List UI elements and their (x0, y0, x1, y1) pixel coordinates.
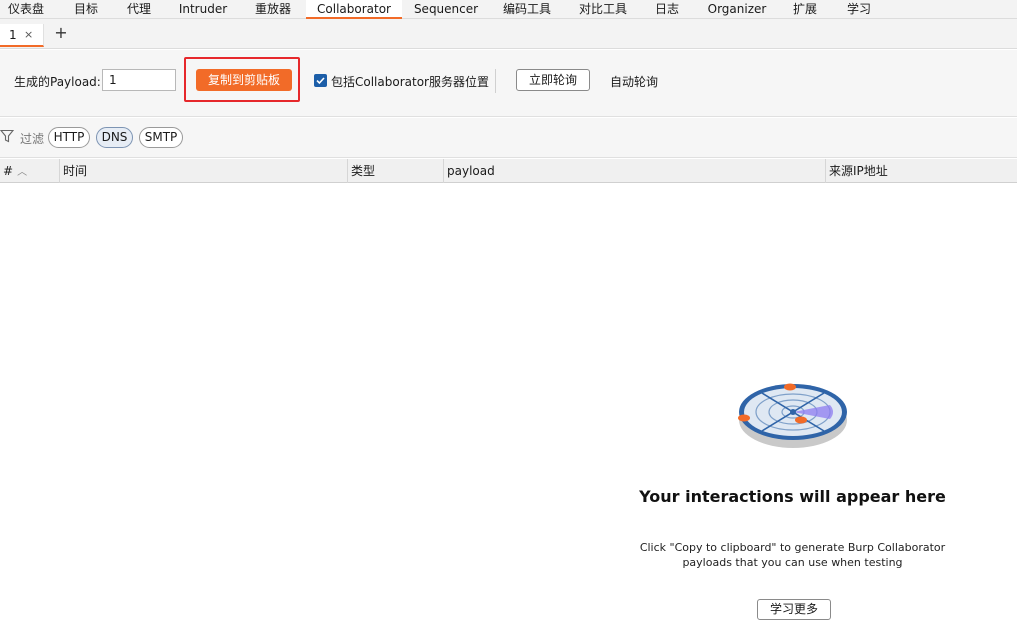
tab-collaborator[interactable]: Collaborator (306, 0, 402, 19)
learn-more-button[interactable]: 学习更多 (757, 599, 831, 620)
payload-count-input[interactable] (102, 69, 176, 91)
sort-ascending-icon: ︿ (17, 167, 28, 178)
column-header-type[interactable]: 类型 (348, 159, 444, 183)
tab-organizer[interactable]: Organizer (700, 0, 774, 19)
tab-proxy[interactable]: 代理 (117, 0, 161, 19)
payload-count-label: 生成的Payload: (14, 75, 101, 89)
sub-tab-label: 1 (9, 28, 17, 42)
tab-extensions[interactable]: 扩展 (787, 0, 823, 19)
radar-illustration-icon (738, 383, 847, 448)
filter-label: 过滤 (20, 132, 45, 146)
payload-toolbar: 生成的Payload: 复制到剪贴板 包括Collaborator服务器位置 立… (0, 50, 1017, 117)
toolbar-divider (495, 69, 496, 93)
interactions-table-header: # ︿ 时间 类型 payload 来源IP地址 (0, 159, 1017, 183)
filter-chip-dns[interactable]: DNS (96, 127, 133, 148)
filter-chip-http[interactable]: HTTP (48, 127, 90, 148)
column-header-index[interactable]: # ︿ (0, 159, 60, 183)
include-location-label[interactable]: 包括Collaborator服务器位置 (331, 73, 489, 90)
copy-to-clipboard-button[interactable]: 复制到剪贴板 (196, 69, 292, 91)
filter-chip-smtp[interactable]: SMTP (139, 127, 183, 148)
tab-intruder[interactable]: Intruder (174, 0, 232, 19)
column-header-label: # (3, 164, 14, 178)
tab-logger[interactable]: 日志 (647, 0, 687, 19)
close-icon[interactable]: × (24, 28, 33, 41)
include-location-checkbox[interactable] (314, 74, 327, 87)
main-tab-bar: 仪表盘 目标 代理 Intruder 重放器 Collaborator Sequ… (0, 0, 1017, 19)
add-tab-icon[interactable]: + (53, 24, 69, 42)
tab-learn[interactable]: 学习 (839, 0, 879, 19)
sub-tab-1[interactable]: 1 × (0, 24, 44, 47)
tab-repeater[interactable]: 重放器 (247, 0, 299, 19)
tab-decoder[interactable]: 编码工具 (497, 0, 557, 19)
empty-state-description: Click "Copy to clipboard" to generate Bu… (639, 541, 946, 569)
tab-comparer[interactable]: 对比工具 (573, 0, 633, 19)
tab-sequencer[interactable]: Sequencer (410, 0, 482, 19)
auto-poll-label[interactable]: 自动轮询 (610, 73, 658, 90)
filter-bar: 过滤 HTTP DNS SMTP (0, 118, 1017, 158)
tab-target[interactable]: 目标 (60, 0, 112, 19)
tab-dashboard[interactable]: 仪表盘 (0, 0, 52, 19)
filter-icon[interactable] (0, 129, 14, 143)
checkmark-icon (316, 77, 325, 85)
poll-now-button[interactable]: 立即轮询 (516, 69, 590, 91)
column-header-payload[interactable]: payload (444, 159, 826, 183)
empty-state-title: Your interactions will appear here (639, 487, 946, 506)
column-header-time[interactable]: 时间 (60, 159, 348, 183)
column-header-source-ip[interactable]: 来源IP地址 (826, 159, 1017, 183)
collaborator-sub-tab-bar: 1 × + (0, 19, 1017, 49)
